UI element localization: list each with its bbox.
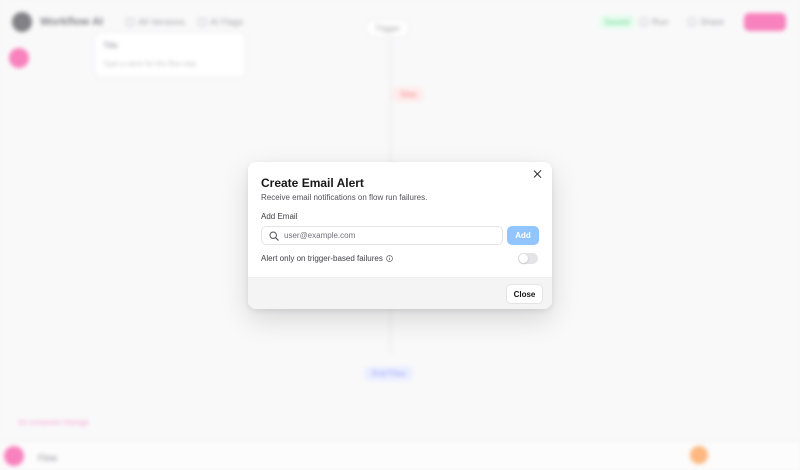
create-email-alert-dialog: Create Email Alert Receive email notific…: [248, 162, 552, 309]
dialog-footer: Close: [248, 277, 552, 309]
add-button[interactable]: Add: [507, 226, 539, 245]
add-email-label: Add Email: [261, 212, 298, 221]
trigger-failures-toggle[interactable]: [518, 253, 538, 264]
trigger-failures-text: Alert only on trigger-based failures: [261, 254, 383, 263]
close-icon[interactable]: [532, 169, 544, 181]
close-button[interactable]: Close: [506, 284, 543, 304]
email-input[interactable]: [284, 227, 494, 244]
dialog-description: Receive email notifications on flow run …: [261, 193, 428, 202]
toggle-knob: [519, 254, 528, 263]
trigger-failures-label: Alert only on trigger-based failures: [261, 254, 393, 263]
dialog-title: Create Email Alert: [261, 176, 364, 190]
info-icon[interactable]: [386, 255, 393, 262]
email-field[interactable]: [261, 226, 503, 245]
search-icon: [269, 231, 279, 241]
